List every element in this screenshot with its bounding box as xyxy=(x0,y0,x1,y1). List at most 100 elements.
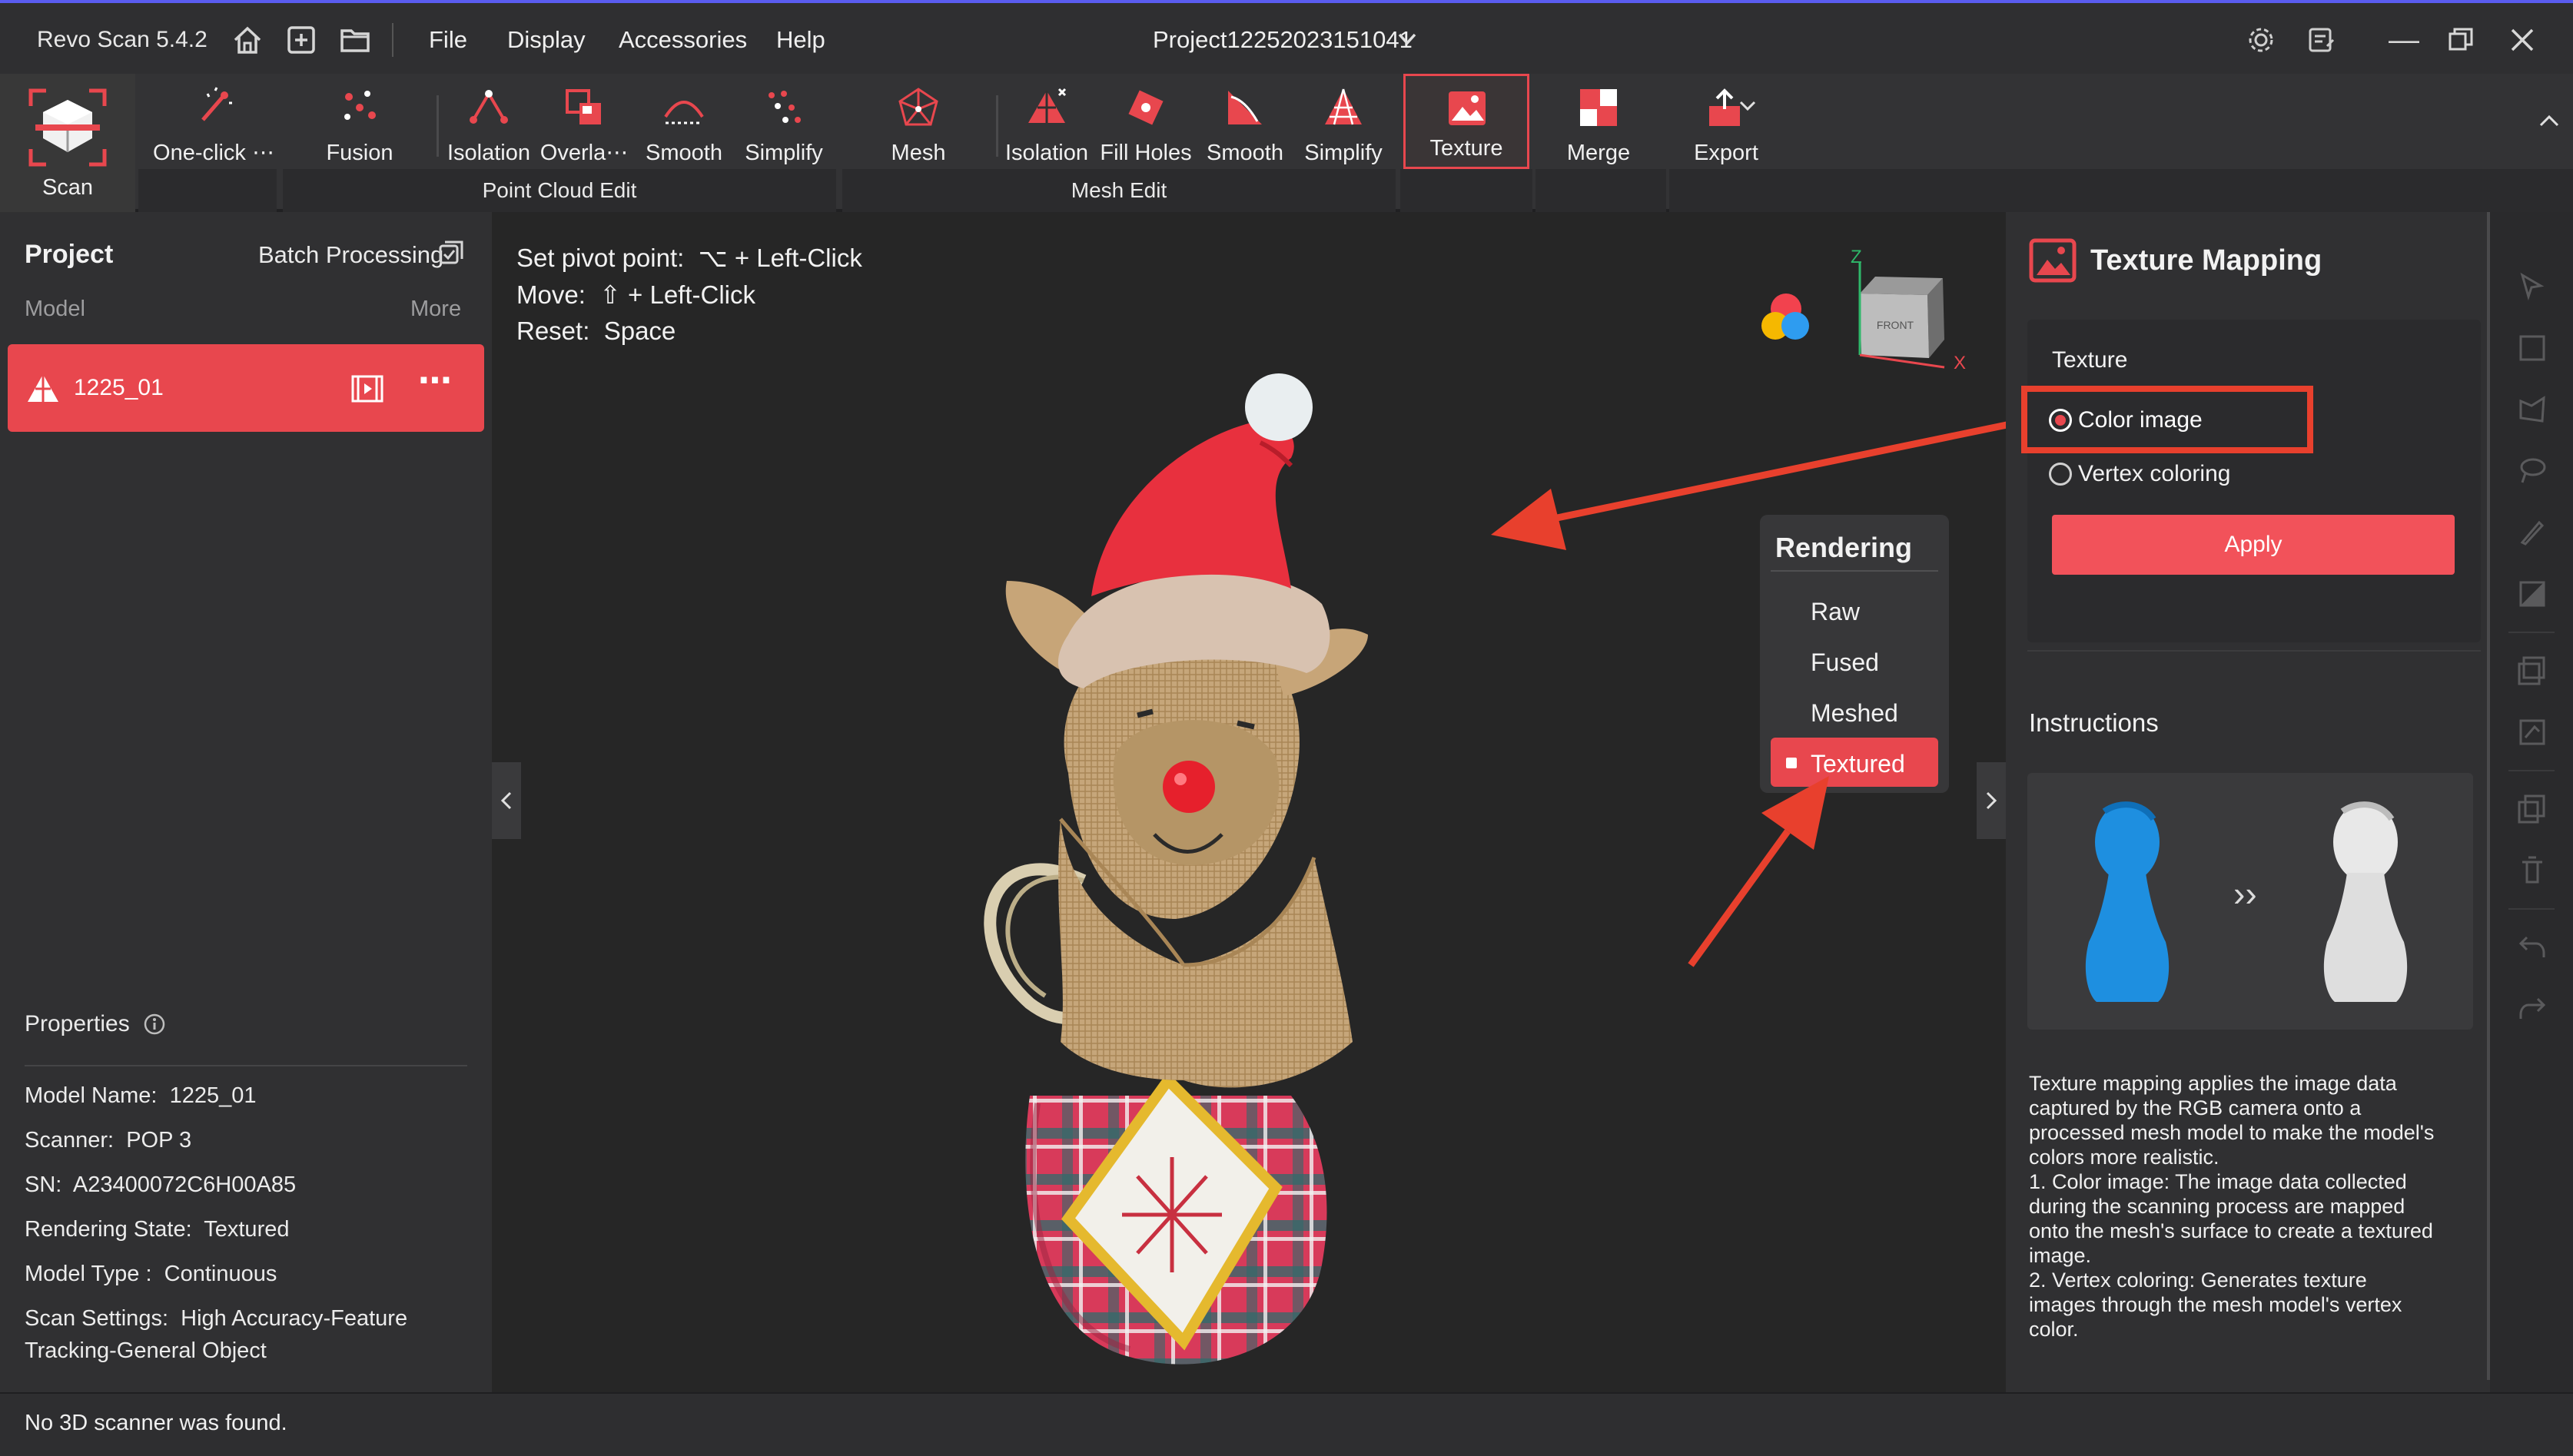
3d-viewport[interactable]: Set pivot point: ⌥ + Left-Click Move: ⇧ … xyxy=(492,212,2006,1392)
apply-button[interactable]: Apply xyxy=(2052,515,2455,575)
prop-model-type: Model Type : Continuous xyxy=(25,1262,277,1286)
batch-processing-icon[interactable] xyxy=(438,240,464,266)
smooth-icon xyxy=(664,101,704,124)
texture-image-icon xyxy=(1449,91,1486,125)
fill-holes-tool[interactable]: Fill Holes xyxy=(1099,81,1193,166)
transform-arrow-icon: ›› xyxy=(2233,874,2257,914)
info-icon[interactable] xyxy=(143,1013,166,1036)
one-click-tool[interactable]: One-click ⋯ xyxy=(146,81,281,166)
strip-divider xyxy=(2508,632,2555,633)
merge-label: Merge xyxy=(1566,141,1631,165)
export-chevron-down-icon[interactable] xyxy=(1738,98,1757,114)
home-icon[interactable] xyxy=(231,23,264,57)
radio-vertex-coloring[interactable] xyxy=(2049,463,2072,486)
option-vertex-coloring-label[interactable]: Vertex coloring xyxy=(2078,461,2230,487)
new-project-icon[interactable] xyxy=(284,23,318,57)
fusion-tool[interactable]: Fusion xyxy=(292,81,427,166)
mesh-isolation-tool[interactable]: Isolation xyxy=(1004,81,1090,166)
ribbon-separator xyxy=(437,95,439,157)
export-label: Export xyxy=(1694,141,1758,165)
menu-accessories[interactable]: Accessories xyxy=(619,3,747,77)
prop-sn: SN: A23400072C6H00A85 xyxy=(25,1172,297,1197)
project-heading: Project xyxy=(25,240,114,269)
more-options-icon[interactable]: ⋯ xyxy=(418,361,452,400)
status-bar: No 3D scanner was found. xyxy=(0,1392,2573,1456)
polygon-select-icon[interactable] xyxy=(2516,393,2548,426)
texture-tool[interactable]: Texture xyxy=(1403,74,1529,169)
mesh-smooth-label: Smooth xyxy=(1207,141,1283,165)
isolation-icon xyxy=(470,90,508,124)
pc-overlap-tool[interactable]: Overla⋯ xyxy=(540,81,629,166)
ribbon-toolbar: Scan One-click ⋯ Fusion Isolation Overla… xyxy=(0,74,2573,212)
mesh-simplify-tool[interactable]: Simplify xyxy=(1297,81,1389,166)
restore-window-icon[interactable] xyxy=(2447,26,2475,54)
brush-select-icon[interactable] xyxy=(2516,516,2548,549)
pc-simplify-label: Simplify xyxy=(745,141,823,165)
group-bar-oneclick xyxy=(138,169,277,212)
feedback-icon[interactable] xyxy=(2306,25,2336,55)
mesh-model-icon xyxy=(28,374,58,402)
prop-scanner: Scanner: POP 3 xyxy=(25,1128,192,1153)
export-tool[interactable]: Export xyxy=(1672,81,1780,166)
rect-select-icon[interactable] xyxy=(2516,332,2548,364)
mesh-smooth-tool[interactable]: Smooth xyxy=(1199,81,1291,166)
chevron-down-icon[interactable] xyxy=(1397,31,1417,48)
instructions-image-card: ›› xyxy=(2027,773,2473,1030)
group-bar-merge xyxy=(1536,169,1666,212)
properties-divider xyxy=(25,1065,467,1066)
batch-processing-button[interactable]: Batch Processing xyxy=(258,241,443,269)
scan-tool[interactable]: Scan xyxy=(0,74,135,212)
radio-color-image[interactable] xyxy=(2049,409,2072,432)
magic-wand-icon xyxy=(201,87,232,121)
copy-icon[interactable] xyxy=(2516,793,2548,825)
gradient-select-icon[interactable] xyxy=(2516,578,2548,610)
model-list-item[interactable]: 1225_01 ⋯ xyxy=(8,344,484,432)
side-tool-strip xyxy=(2490,212,2573,1392)
prop-rendering-state: Rendering State: Textured xyxy=(25,1217,290,1242)
merge-icon xyxy=(1580,89,1617,126)
menu-help[interactable]: Help xyxy=(776,3,825,77)
pc-isolation-label: Isolation xyxy=(447,141,530,165)
app-title: Revo Scan 5.4.2 xyxy=(37,27,208,52)
mesh-tool[interactable]: Mesh xyxy=(853,81,984,166)
apply-button-label: Apply xyxy=(2224,532,2282,557)
redo-icon[interactable] xyxy=(2516,993,2548,1025)
panel-title: Texture Mapping xyxy=(2090,244,2322,277)
menu-file[interactable]: File xyxy=(429,3,467,77)
fill-holes-label: Fill Holes xyxy=(1100,141,1192,165)
mesh-smooth-icon xyxy=(1228,91,1262,124)
more-link[interactable]: More xyxy=(410,297,461,322)
collapse-ribbon-icon[interactable] xyxy=(2538,112,2561,129)
pc-isolation-tool[interactable]: Isolation xyxy=(444,81,533,166)
texture-mapping-icon xyxy=(2029,238,2077,283)
select-cursor-icon[interactable] xyxy=(2516,270,2548,303)
properties-heading: Properties xyxy=(25,1011,130,1036)
close-window-icon[interactable] xyxy=(2508,26,2536,54)
pc-smooth-label: Smooth xyxy=(646,141,722,165)
open-folder-icon[interactable] xyxy=(338,23,372,57)
settings-gear-icon[interactable] xyxy=(2246,25,2276,55)
select-all-icon[interactable] xyxy=(2516,716,2548,748)
texture-mapping-panel: Texture Mapping Texture Color image Vert… xyxy=(2006,212,2490,1392)
pc-simplify-tool[interactable]: Simplify xyxy=(738,81,830,166)
pc-smooth-tool[interactable]: Smooth xyxy=(638,81,730,166)
minimize-button[interactable]: — xyxy=(2381,3,2427,77)
project-name[interactable]: Project12252023151041 xyxy=(1153,3,1413,77)
menu-display[interactable]: Display xyxy=(507,3,586,77)
merge-tool[interactable]: Merge xyxy=(1537,81,1660,166)
fusion-icon xyxy=(344,91,376,120)
mesh-simplify-label: Simplify xyxy=(1304,141,1383,165)
option-color-image-label[interactable]: Color image xyxy=(2078,407,2203,433)
instructions-text: Texture mapping applies the image data c… xyxy=(2029,1072,2435,1341)
invert-selection-icon[interactable] xyxy=(2516,655,2548,687)
prop-scan-settings: Scan Settings: High Accuracy-Feature xyxy=(25,1306,408,1331)
fill-holes-icon xyxy=(1128,90,1164,125)
delete-icon[interactable] xyxy=(2516,854,2548,887)
undo-icon[interactable] xyxy=(2516,931,2548,963)
scan-icon xyxy=(28,88,107,167)
film-sequence-icon[interactable] xyxy=(350,373,384,404)
lasso-select-icon[interactable] xyxy=(2516,455,2548,487)
one-click-label: One-click ⋯ xyxy=(153,141,274,165)
annotation-arrowhead xyxy=(1491,489,1566,550)
mesh-isolation-label: Isolation xyxy=(1004,141,1088,165)
